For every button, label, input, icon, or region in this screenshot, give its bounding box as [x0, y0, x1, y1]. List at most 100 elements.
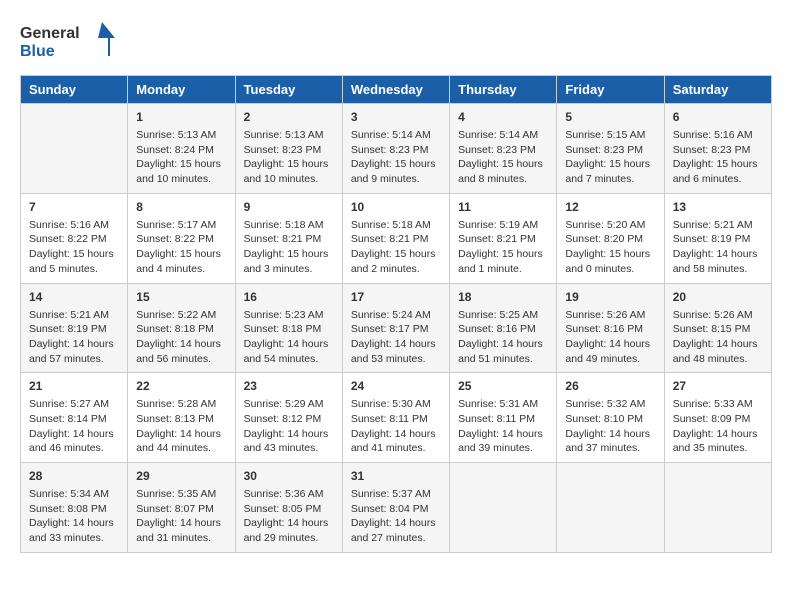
- col-header-tuesday: Tuesday: [235, 76, 342, 104]
- day-info: Sunrise: 5:37 AM Sunset: 8:04 PM Dayligh…: [351, 487, 441, 546]
- day-number: 31: [351, 469, 441, 483]
- col-header-wednesday: Wednesday: [342, 76, 449, 104]
- day-cell: 22Sunrise: 5:28 AM Sunset: 8:13 PM Dayli…: [128, 373, 235, 463]
- day-info: Sunrise: 5:29 AM Sunset: 8:12 PM Dayligh…: [244, 397, 334, 456]
- logo-svg: GeneralBlue: [20, 20, 130, 65]
- day-cell: 4 Sunrise: 5:14 AM Sunset: 8:23 PM Daylig…: [450, 104, 557, 194]
- day-number: 17: [351, 290, 441, 304]
- day-cell: 11Sunrise: 5:19 AM Sunset: 8:21 PM Dayli…: [450, 193, 557, 283]
- day-number: 28: [29, 469, 119, 483]
- day-number: 12: [565, 200, 655, 214]
- day-info: Sunrise: 5:23 AM Sunset: 8:18 PM Dayligh…: [244, 308, 334, 367]
- day-number: 15: [136, 290, 226, 304]
- day-number: 9: [244, 200, 334, 214]
- day-number: 8: [136, 200, 226, 214]
- day-info: Sunrise: 5:18 AM Sunset: 8:21 PM Dayligh…: [244, 218, 334, 277]
- day-info: Sunrise: 5:18 AM Sunset: 8:21 PM Dayligh…: [351, 218, 441, 277]
- day-info: Sunrise: 5:14 AM Sunset: 8:23 PM Dayligh…: [458, 128, 548, 187]
- day-info: Sunrise: 5:21 AM Sunset: 8:19 PM Dayligh…: [673, 218, 763, 277]
- day-info: Sunrise: 5:26 AM Sunset: 8:16 PM Dayligh…: [565, 308, 655, 367]
- day-number: 19: [565, 290, 655, 304]
- col-header-sunday: Sunday: [21, 76, 128, 104]
- day-cell: [664, 463, 771, 553]
- week-row-5: 28 Sunrise: 5:34 AM Sunset: 8:08 PM Dayli…: [21, 463, 772, 553]
- day-cell: 16 Sunrise: 5:23 AM Sunset: 8:18 PM Dayli…: [235, 283, 342, 373]
- day-cell: 3 Sunrise: 5:14 AM Sunset: 8:23 PM Daylig…: [342, 104, 449, 194]
- day-info: Sunrise: 5:14 AM Sunset: 8:23 PM Dayligh…: [351, 128, 441, 187]
- day-info: Sunrise: 5:28 AM Sunset: 8:13 PM Dayligh…: [136, 397, 226, 456]
- day-cell: 17 Sunrise: 5:24 AM Sunset: 8:17 PM Dayli…: [342, 283, 449, 373]
- day-cell: 1 Sunrise: 5:13 AM Sunset: 8:24 PM Daylig…: [128, 104, 235, 194]
- day-cell: 20Sunrise: 5:26 AM Sunset: 8:15 PM Dayli…: [664, 283, 771, 373]
- day-number: 14: [29, 290, 119, 304]
- day-cell: 2 Sunrise: 5:13 AM Sunset: 8:23 PM Daylig…: [235, 104, 342, 194]
- week-row-2: 7Sunrise: 5:16 AM Sunset: 8:22 PM Daylig…: [21, 193, 772, 283]
- logo: GeneralBlue: [20, 20, 130, 65]
- day-cell: 29Sunrise: 5:35 AM Sunset: 8:07 PM Dayli…: [128, 463, 235, 553]
- day-info: Sunrise: 5:16 AM Sunset: 8:23 PM Dayligh…: [673, 128, 763, 187]
- day-number: 18: [458, 290, 548, 304]
- day-number: 21: [29, 379, 119, 393]
- day-info: Sunrise: 5:17 AM Sunset: 8:22 PM Dayligh…: [136, 218, 226, 277]
- svg-text:Blue: Blue: [20, 43, 55, 60]
- day-number: 29: [136, 469, 226, 483]
- day-number: 13: [673, 200, 763, 214]
- day-number: 20: [673, 290, 763, 304]
- day-info: Sunrise: 5:13 AM Sunset: 8:24 PM Dayligh…: [136, 128, 226, 187]
- day-info: Sunrise: 5:15 AM Sunset: 8:23 PM Dayligh…: [565, 128, 655, 187]
- header: GeneralBlue: [20, 20, 772, 65]
- day-info: Sunrise: 5:16 AM Sunset: 8:22 PM Dayligh…: [29, 218, 119, 277]
- day-info: Sunrise: 5:36 AM Sunset: 8:05 PM Dayligh…: [244, 487, 334, 546]
- day-cell: 31 Sunrise: 5:37 AM Sunset: 8:04 PM Dayli…: [342, 463, 449, 553]
- day-number: 27: [673, 379, 763, 393]
- day-number: 2: [244, 110, 334, 124]
- day-info: Sunrise: 5:13 AM Sunset: 8:23 PM Dayligh…: [244, 128, 334, 187]
- day-cell: 23Sunrise: 5:29 AM Sunset: 8:12 PM Dayli…: [235, 373, 342, 463]
- day-cell: 21 Sunrise: 5:27 AM Sunset: 8:14 PM Dayli…: [21, 373, 128, 463]
- day-info: Sunrise: 5:31 AM Sunset: 8:11 PM Dayligh…: [458, 397, 548, 456]
- day-cell: 14 Sunrise: 5:21 AM Sunset: 8:19 PM Dayli…: [21, 283, 128, 373]
- day-number: 26: [565, 379, 655, 393]
- day-cell: 10 Sunrise: 5:18 AM Sunset: 8:21 PM Dayli…: [342, 193, 449, 283]
- day-number: 1: [136, 110, 226, 124]
- day-number: 6: [673, 110, 763, 124]
- day-cell: 13 Sunrise: 5:21 AM Sunset: 8:19 PM Dayli…: [664, 193, 771, 283]
- day-number: 3: [351, 110, 441, 124]
- col-header-thursday: Thursday: [450, 76, 557, 104]
- col-header-friday: Friday: [557, 76, 664, 104]
- calendar-table: SundayMondayTuesdayWednesdayThursdayFrid…: [20, 75, 772, 553]
- day-info: Sunrise: 5:34 AM Sunset: 8:08 PM Dayligh…: [29, 487, 119, 546]
- day-number: 5: [565, 110, 655, 124]
- day-cell: 28 Sunrise: 5:34 AM Sunset: 8:08 PM Dayli…: [21, 463, 128, 553]
- day-info: Sunrise: 5:33 AM Sunset: 8:09 PM Dayligh…: [673, 397, 763, 456]
- day-info: Sunrise: 5:32 AM Sunset: 8:10 PM Dayligh…: [565, 397, 655, 456]
- day-info: Sunrise: 5:30 AM Sunset: 8:11 PM Dayligh…: [351, 397, 441, 456]
- col-header-monday: Monday: [128, 76, 235, 104]
- day-cell: 12 Sunrise: 5:20 AM Sunset: 8:20 PM Dayli…: [557, 193, 664, 283]
- svg-text:General: General: [20, 25, 80, 42]
- day-number: 4: [458, 110, 548, 124]
- day-info: Sunrise: 5:27 AM Sunset: 8:14 PM Dayligh…: [29, 397, 119, 456]
- day-cell: 24 Sunrise: 5:30 AM Sunset: 8:11 PM Dayli…: [342, 373, 449, 463]
- day-info: Sunrise: 5:22 AM Sunset: 8:18 PM Dayligh…: [136, 308, 226, 367]
- day-info: Sunrise: 5:24 AM Sunset: 8:17 PM Dayligh…: [351, 308, 441, 367]
- day-cell: 25 Sunrise: 5:31 AM Sunset: 8:11 PM Dayli…: [450, 373, 557, 463]
- day-info: Sunrise: 5:19 AM Sunset: 8:21 PM Dayligh…: [458, 218, 548, 277]
- day-number: 25: [458, 379, 548, 393]
- day-cell: 15 Sunrise: 5:22 AM Sunset: 8:18 PM Dayli…: [128, 283, 235, 373]
- day-number: 30: [244, 469, 334, 483]
- day-cell: 18 Sunrise: 5:25 AM Sunset: 8:16 PM Dayli…: [450, 283, 557, 373]
- day-number: 10: [351, 200, 441, 214]
- day-info: Sunrise: 5:20 AM Sunset: 8:20 PM Dayligh…: [565, 218, 655, 277]
- day-info: Sunrise: 5:21 AM Sunset: 8:19 PM Dayligh…: [29, 308, 119, 367]
- day-info: Sunrise: 5:25 AM Sunset: 8:16 PM Dayligh…: [458, 308, 548, 367]
- week-row-4: 21 Sunrise: 5:27 AM Sunset: 8:14 PM Dayli…: [21, 373, 772, 463]
- day-cell: 26 Sunrise: 5:32 AM Sunset: 8:10 PM Dayli…: [557, 373, 664, 463]
- header-row: SundayMondayTuesdayWednesdayThursdayFrid…: [21, 76, 772, 104]
- day-cell: 30 Sunrise: 5:36 AM Sunset: 8:05 PM Dayli…: [235, 463, 342, 553]
- day-cell: 27 Sunrise: 5:33 AM Sunset: 8:09 PM Dayli…: [664, 373, 771, 463]
- day-number: 24: [351, 379, 441, 393]
- day-cell: 5 Sunrise: 5:15 AM Sunset: 8:23 PM Daylig…: [557, 104, 664, 194]
- day-number: 16: [244, 290, 334, 304]
- day-cell: 7Sunrise: 5:16 AM Sunset: 8:22 PM Daylig…: [21, 193, 128, 283]
